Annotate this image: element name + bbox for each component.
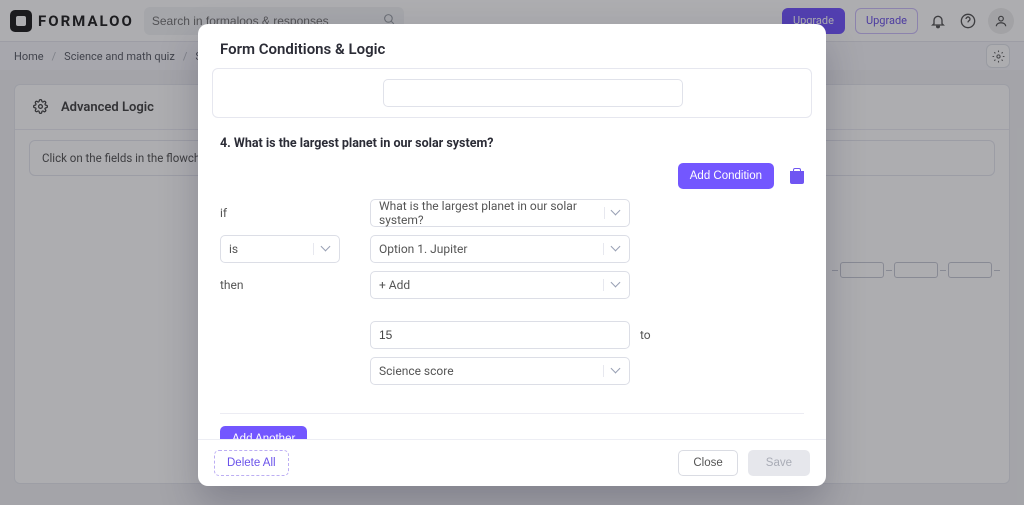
- chevron-down-icon: [604, 207, 621, 219]
- modal-title: Form Conditions & Logic: [198, 24, 826, 68]
- target-select[interactable]: Science score: [370, 357, 630, 385]
- action-select[interactable]: + Add: [370, 271, 630, 299]
- question-heading: 4. What is the largest planet in our sol…: [220, 136, 804, 151]
- condition-block: Add Condition if What is the largest pla…: [212, 163, 812, 403]
- modal-footer: Delete All Close Save: [198, 439, 826, 486]
- field-select[interactable]: What is the largest planet in our solar …: [370, 199, 630, 227]
- label-then: then: [220, 278, 360, 292]
- modal-overlay: Form Conditions & Logic 4. What is the l…: [0, 0, 1024, 505]
- value-input[interactable]: [379, 328, 621, 342]
- field-select-value: What is the largest planet in our solar …: [379, 199, 598, 227]
- divider: [220, 413, 804, 414]
- target-value: Science score: [379, 364, 454, 378]
- chevron-down-icon: [313, 243, 331, 255]
- label-if: if: [220, 206, 360, 220]
- previous-select[interactable]: [383, 79, 683, 107]
- label-to: to: [640, 328, 672, 342]
- delete-all-button[interactable]: Delete All: [214, 450, 289, 476]
- option-select[interactable]: Option 1. Jupiter: [370, 235, 630, 263]
- close-button[interactable]: Close: [678, 450, 737, 476]
- chevron-down-icon: [603, 243, 621, 255]
- logic-modal: Form Conditions & Logic 4. What is the l…: [198, 24, 826, 486]
- value-input-wrap[interactable]: [370, 321, 630, 349]
- operator-select[interactable]: is: [220, 235, 340, 263]
- add-condition-button[interactable]: Add Condition: [678, 163, 774, 189]
- chevron-down-icon: [603, 365, 621, 377]
- previous-condition-block: [212, 68, 812, 118]
- trash-icon[interactable]: [790, 168, 804, 184]
- add-another-button[interactable]: Add Another: [220, 426, 307, 439]
- operator-value: is: [229, 242, 238, 256]
- modal-content: 4. What is the largest planet in our sol…: [198, 68, 826, 439]
- option-value: Option 1. Jupiter: [379, 242, 467, 256]
- save-button[interactable]: Save: [748, 450, 810, 476]
- chevron-down-icon: [603, 279, 621, 291]
- action-value: + Add: [379, 278, 410, 292]
